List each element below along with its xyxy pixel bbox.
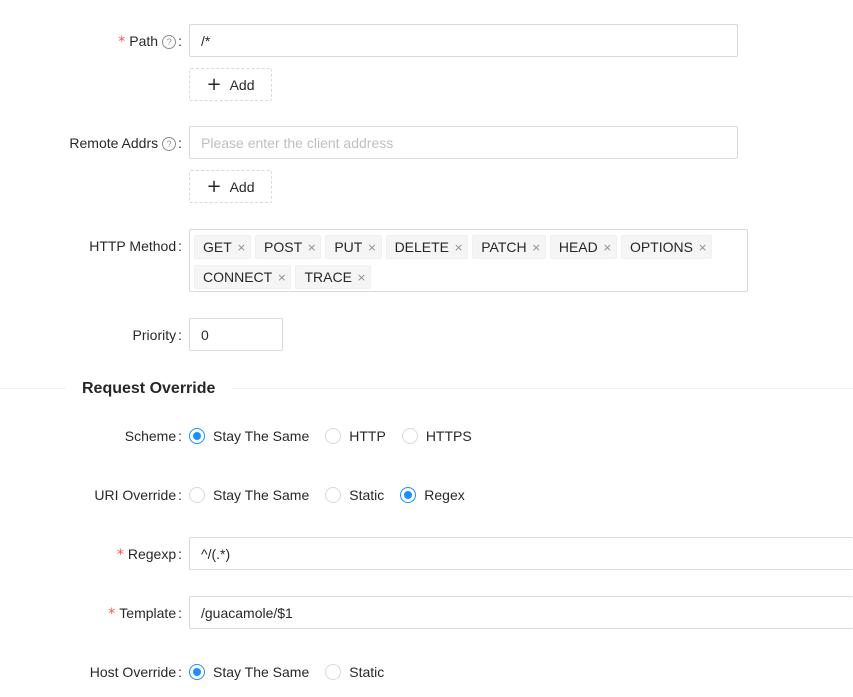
required-mark: * — [116, 547, 124, 563]
remote-addrs-label: Remote Addrs?: — [69, 135, 182, 151]
path-input[interactable] — [189, 24, 738, 57]
plus-icon: + — [206, 175, 222, 197]
radio-checked-icon — [189, 664, 205, 680]
plus-icon: + — [206, 73, 222, 95]
radio-icon — [325, 664, 342, 680]
method-tag-post: POST × — [255, 235, 322, 259]
uri-option-stay[interactable]: Stay The Same — [189, 487, 309, 503]
path-add-button[interactable]: + Add — [189, 68, 272, 101]
close-icon[interactable]: × — [698, 241, 707, 254]
path-label: * Path?: — [118, 33, 182, 50]
close-icon[interactable]: × — [307, 241, 316, 254]
close-icon[interactable]: × — [367, 241, 376, 254]
method-tag-get: GET × — [194, 235, 251, 259]
remote-addrs-add-button[interactable]: + Add — [189, 170, 272, 203]
radio-checked-icon — [400, 487, 417, 503]
radio-icon — [325, 428, 342, 444]
regexp-input[interactable] — [189, 537, 853, 570]
scheme-label: Scheme: — [124, 428, 182, 444]
method-tag-connect: CONNECT × — [194, 265, 292, 289]
close-icon[interactable]: × — [357, 271, 366, 284]
host-override-label: Host Override: — [89, 664, 182, 680]
uri-override-radio-group: Stay The Same Static Regex — [189, 484, 481, 506]
request-override-title: Request Override — [66, 378, 232, 400]
close-icon[interactable]: × — [237, 241, 246, 254]
scheme-radio-group: Stay The Same HTTP HTTPS — [189, 425, 488, 447]
host-option-static[interactable]: Static — [325, 664, 384, 680]
method-tag-trace: TRACE × — [295, 265, 372, 289]
required-mark: * — [118, 34, 126, 50]
scheme-option-http[interactable]: HTTP — [325, 428, 386, 444]
help-icon[interactable]: ? — [162, 137, 177, 151]
http-method-select[interactable]: GET × POST × PUT × DELETE × PATCH × HEAD × OPT… — [189, 229, 748, 292]
host-override-radio-group: Stay The Same Static — [189, 661, 400, 683]
scheme-option-https[interactable]: HTTPS — [401, 428, 472, 444]
uri-override-label: URI Override: — [94, 487, 182, 503]
radio-icon — [325, 487, 342, 503]
radio-icon — [189, 487, 205, 503]
radio-checked-icon — [189, 428, 205, 444]
remote-addrs-input[interactable] — [189, 126, 738, 159]
regexp-label: * Regexp: — [116, 546, 182, 563]
close-icon[interactable]: × — [532, 241, 541, 254]
priority-input[interactable] — [189, 318, 283, 351]
method-tag-head: HEAD × — [549, 235, 617, 259]
close-icon[interactable]: × — [454, 241, 463, 254]
method-tag-delete: DELETE × — [385, 235, 469, 259]
close-icon[interactable]: × — [603, 241, 612, 254]
template-input[interactable] — [189, 596, 853, 629]
template-label: * Template: — [108, 605, 182, 622]
http-method-label: HTTP Method: — [89, 238, 182, 254]
required-mark: * — [108, 606, 116, 622]
method-tag-options: OPTIONS × — [620, 235, 713, 259]
priority-label: Priority: — [132, 327, 182, 343]
scheme-option-stay[interactable]: Stay The Same — [189, 428, 309, 444]
uri-option-regex[interactable]: Regex — [400, 487, 465, 503]
host-option-stay[interactable]: Stay The Same — [189, 664, 309, 680]
radio-icon — [401, 428, 418, 444]
help-icon[interactable]: ? — [162, 35, 177, 49]
close-icon[interactable]: × — [277, 271, 286, 284]
uri-option-static[interactable]: Static — [325, 487, 384, 503]
method-tag-patch: PATCH × — [472, 235, 546, 259]
method-tag-put: PUT × — [325, 235, 382, 259]
